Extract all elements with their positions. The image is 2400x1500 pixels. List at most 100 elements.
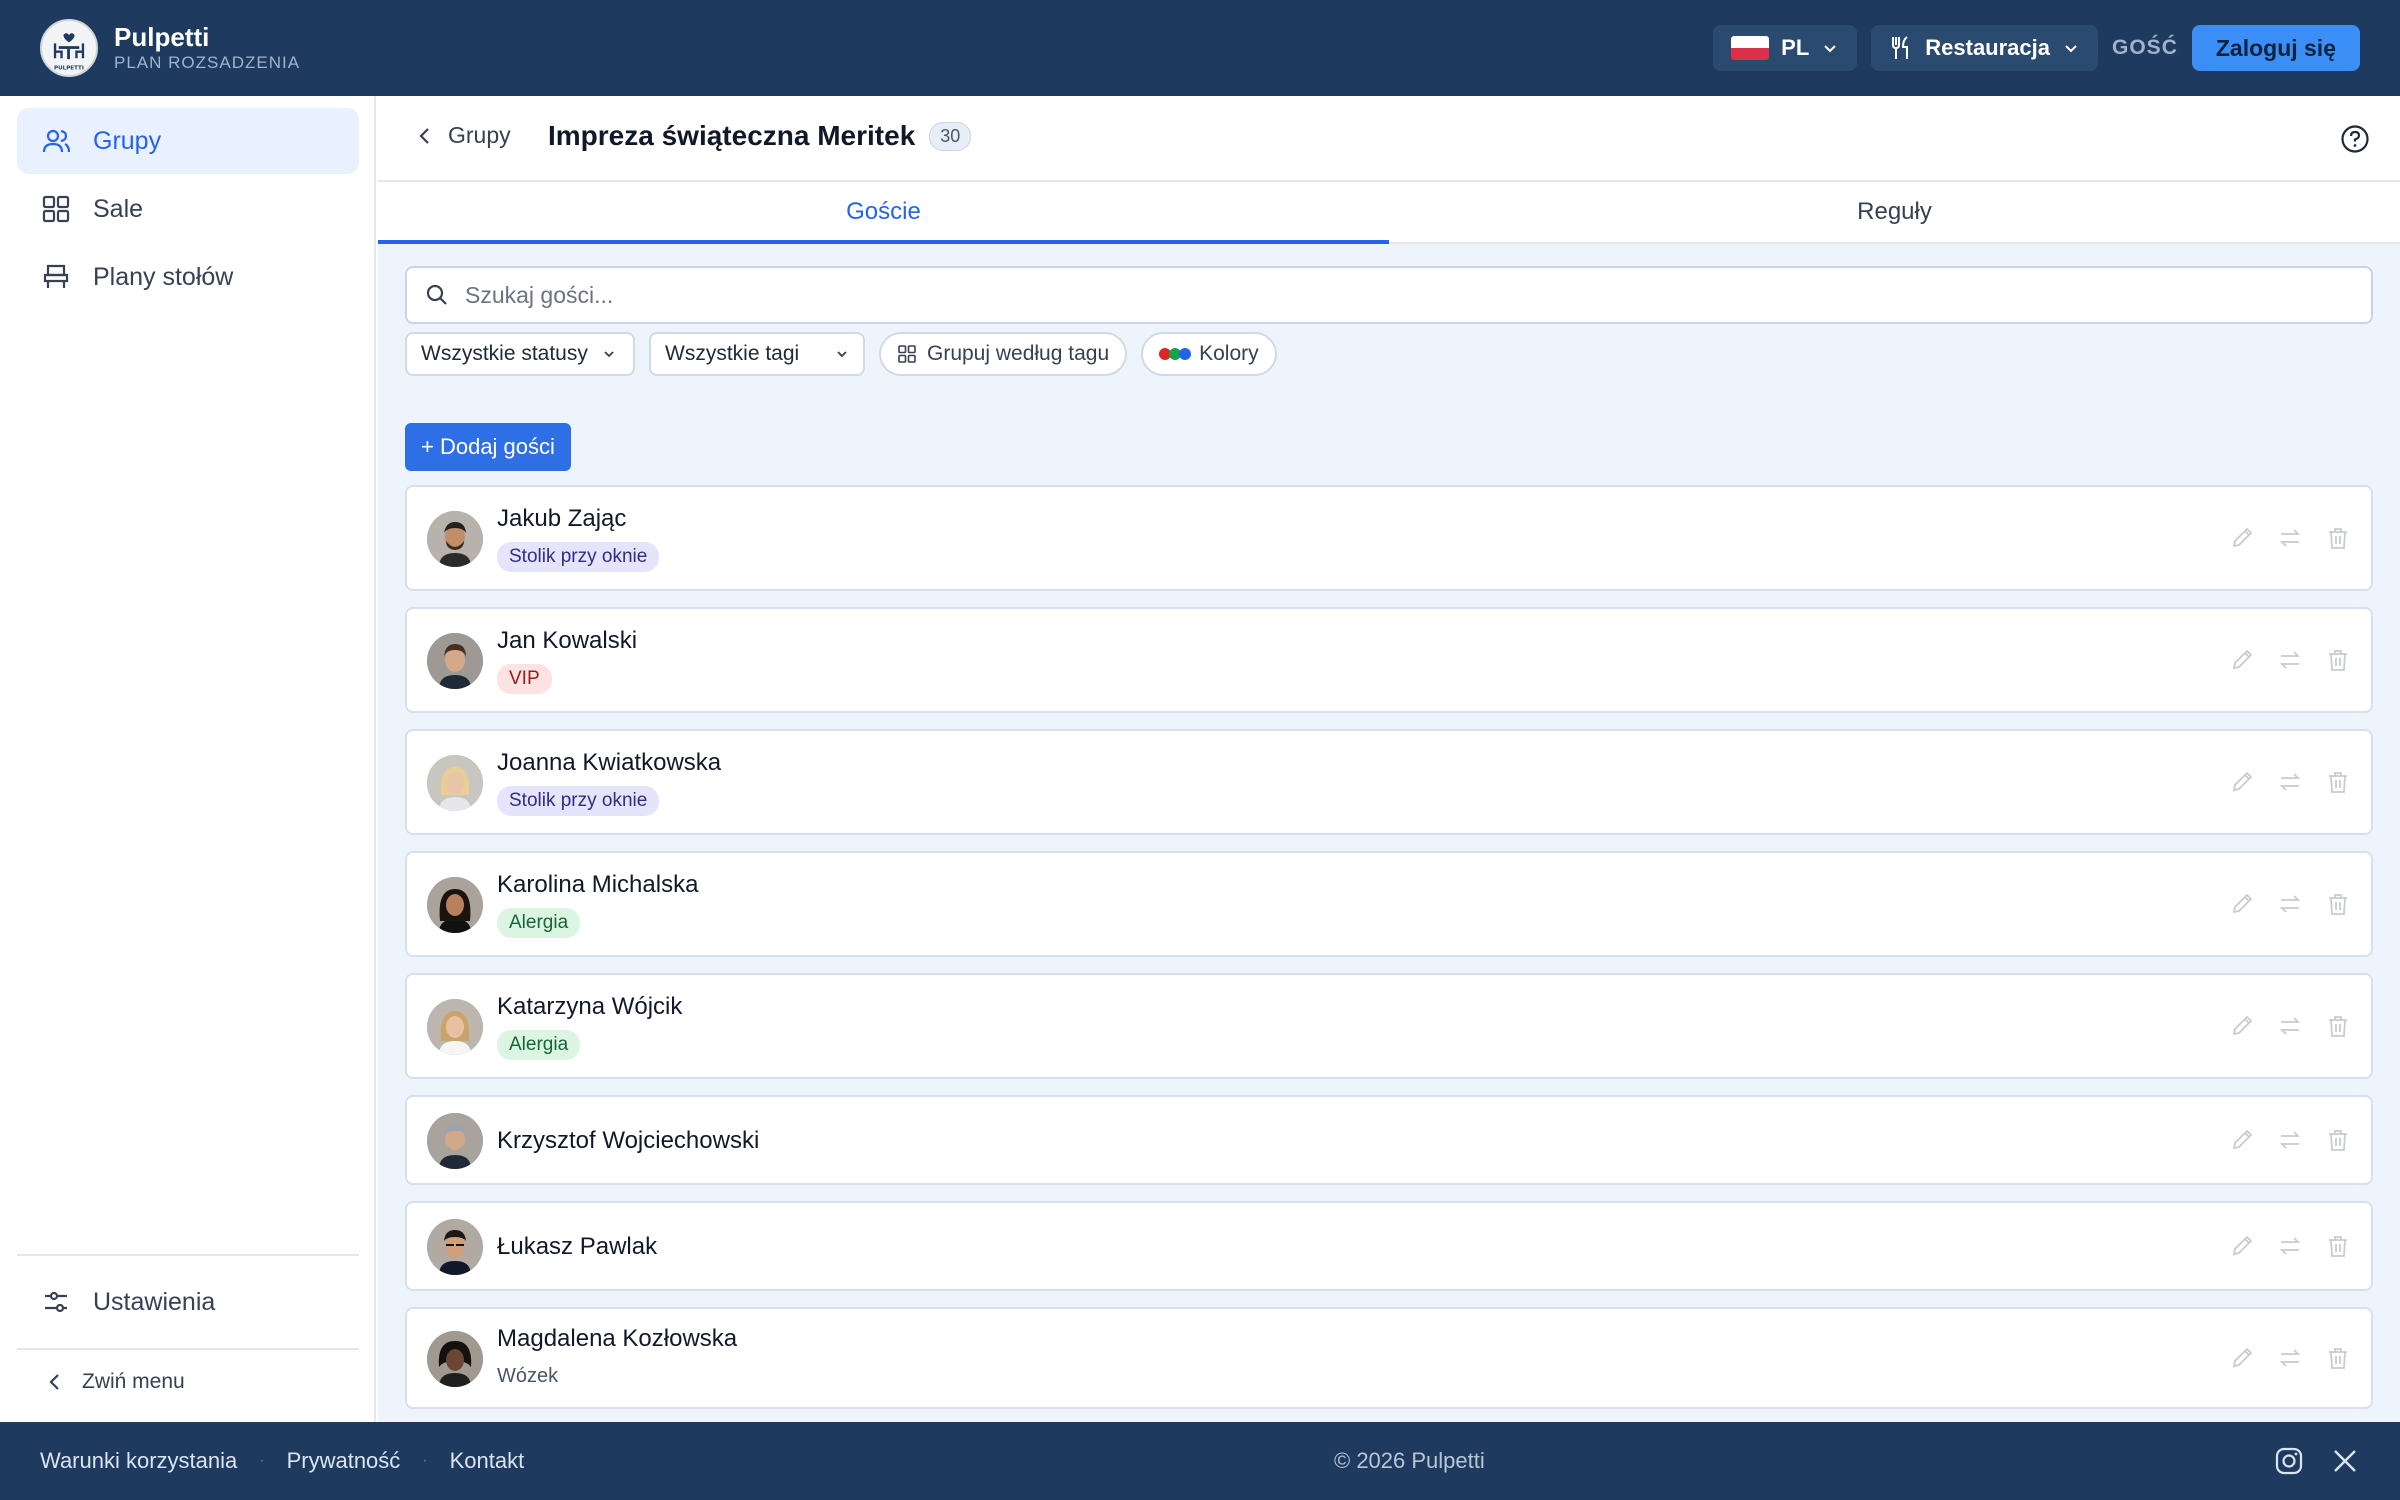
edit-icon[interactable]: [2229, 1013, 2255, 1039]
sidebar-item-label: Grupy: [93, 126, 162, 155]
collapse-menu-button[interactable]: Zwiń menu: [48, 1370, 185, 1394]
guest-tag: Stolik przy oknie: [497, 542, 660, 572]
guest-name: Magdalena Kozłowska: [497, 1325, 738, 1352]
trash-icon[interactable]: [2325, 647, 2351, 673]
chevron-down-icon: [604, 351, 614, 358]
trash-icon[interactable]: [2325, 1233, 2351, 1259]
sidebar-item-table-plans[interactable]: Plany stołów: [17, 244, 359, 310]
group-title: Impreza świąteczna Meritek: [548, 120, 916, 151]
separator-dot: ·: [422, 1452, 428, 1469]
tabs: Goście Reguły: [378, 180, 2400, 244]
avatar: [427, 1331, 483, 1387]
swap-icon[interactable]: [2277, 1013, 2303, 1039]
sidebar-item-label: Ustawienia: [93, 1287, 216, 1316]
guest-row[interactable]: Magdalena Kozłowska Wózek: [405, 1307, 2373, 1409]
back-label: Grupy: [448, 122, 511, 148]
filters-bar: Wszystkie statusy Wszystkie tagi Grupuj …: [405, 332, 1277, 376]
edit-icon[interactable]: [2229, 1345, 2255, 1371]
guest-tag: Alergia: [497, 908, 581, 938]
avatar: [427, 877, 483, 933]
status-filter-value: Wszystkie statusy: [421, 342, 588, 365]
brand-name: Pulpetti: [114, 22, 210, 52]
x-icon[interactable]: [2330, 1446, 2360, 1476]
privacy-link[interactable]: Prywatność: [287, 1448, 401, 1474]
swap-icon[interactable]: [2277, 1233, 2303, 1259]
guest-row[interactable]: Jan Kowalski VIP: [405, 607, 2373, 713]
edit-icon[interactable]: [2229, 1233, 2255, 1259]
page-header: Grupy Impreza świąteczna Meritek 30: [378, 96, 2400, 180]
instagram-icon[interactable]: [2274, 1446, 2304, 1476]
tag-filter-select[interactable]: Wszystkie tagi: [649, 332, 865, 376]
trash-icon[interactable]: [2325, 891, 2351, 917]
swap-icon[interactable]: [2277, 1127, 2303, 1153]
guest-row[interactable]: Jakub Zając Stolik przy oknie: [405, 485, 2373, 591]
colors-toggle-button[interactable]: Kolory: [1141, 332, 1277, 376]
login-button[interactable]: Zaloguj się: [2191, 25, 2360, 71]
guest-row[interactable]: Joanna Kwiatkowska Stolik przy oknie: [405, 729, 2373, 835]
edit-icon[interactable]: [2229, 769, 2255, 795]
trash-icon[interactable]: [2325, 1345, 2351, 1371]
avatar: [427, 511, 483, 567]
avatar: [427, 1219, 483, 1275]
collapse-menu-label: Zwiń menu: [82, 1370, 185, 1393]
edit-icon[interactable]: [2229, 647, 2255, 673]
tab-rules[interactable]: Reguły: [1389, 182, 2400, 242]
trash-icon[interactable]: [2325, 769, 2351, 795]
swap-icon[interactable]: [2277, 647, 2303, 673]
page-title: Impreza świąteczna Meritek 30: [548, 120, 972, 152]
avatar: [427, 633, 483, 689]
sidebar-item-rooms[interactable]: Sale: [17, 176, 359, 242]
guest-row[interactable]: Karolina Michalska Alergia: [405, 851, 2373, 957]
svg-text:PULPETTI: PULPETTI: [54, 65, 84, 71]
edit-icon[interactable]: [2229, 525, 2255, 551]
brand: Pulpetti PLAN ROZSADZENIA: [114, 22, 300, 74]
guest-row[interactable]: Katarzyna Wójcik Alergia: [405, 973, 2373, 1079]
color-dots-icon: [1159, 348, 1192, 360]
avatar: [427, 999, 483, 1055]
chevron-down-icon: [1824, 45, 1836, 53]
swap-icon[interactable]: [2277, 1345, 2303, 1371]
avatar: [427, 755, 483, 811]
swap-icon[interactable]: [2277, 769, 2303, 795]
sidebar-item-label: Sale: [93, 194, 144, 223]
pulpetti-logo[interactable]: PULPETTI: [40, 19, 98, 77]
guest-row[interactable]: Krzysztof Wojciechowski: [405, 1095, 2373, 1185]
guest-row[interactable]: Łukasz Pawlak: [405, 1201, 2373, 1291]
main-content: Grupy Impreza świąteczna Meritek 30 Gośc…: [378, 96, 2400, 1422]
grid-icon: [42, 195, 70, 223]
tab-guests[interactable]: Goście: [378, 182, 1389, 244]
chevron-down-icon: [837, 351, 847, 358]
guest-tag: VIP: [497, 664, 552, 694]
swap-icon[interactable]: [2277, 525, 2303, 551]
venue-type-selector[interactable]: Restauracja: [1871, 25, 2099, 71]
separator-dot: ·: [259, 1452, 265, 1469]
trash-icon[interactable]: [2325, 1127, 2351, 1153]
swap-icon[interactable]: [2277, 891, 2303, 917]
search-icon: [426, 284, 447, 305]
add-guests-button[interactable]: + Dodaj gości: [405, 423, 571, 471]
guest-name: Katarzyna Wójcik: [497, 993, 683, 1020]
guest-count-badge: 30: [929, 121, 972, 151]
language-selector[interactable]: PL: [1713, 25, 1858, 71]
trash-icon[interactable]: [2325, 1013, 2351, 1039]
sidebar-item-settings[interactable]: Ustawienia: [17, 1269, 359, 1335]
contact-link[interactable]: Kontakt: [450, 1448, 525, 1474]
guest-tag: Stolik przy oknie: [497, 786, 660, 816]
back-to-groups-link[interactable]: Grupy: [418, 122, 511, 149]
search-input[interactable]: [465, 281, 2265, 309]
poland-flag-icon: [1731, 36, 1770, 60]
guest-name: Krzysztof Wojciechowski: [497, 1127, 760, 1154]
edit-icon[interactable]: [2229, 891, 2255, 917]
chevron-down-icon: [2065, 45, 2077, 53]
avatar: [427, 1113, 483, 1169]
users-icon: [42, 129, 71, 153]
edit-icon[interactable]: [2229, 1127, 2255, 1153]
group-by-tag-button[interactable]: Grupuj według tagu: [879, 332, 1128, 376]
help-icon[interactable]: [2340, 124, 2370, 154]
sidebar-item-groups[interactable]: Grupy: [17, 108, 359, 174]
tag-filter-value: Wszystkie tagi: [665, 342, 800, 365]
terms-link[interactable]: Warunki korzystania: [40, 1448, 237, 1474]
logo-icon: PULPETTI: [43, 22, 95, 74]
trash-icon[interactable]: [2325, 525, 2351, 551]
status-filter-select[interactable]: Wszystkie statusy: [405, 332, 635, 376]
